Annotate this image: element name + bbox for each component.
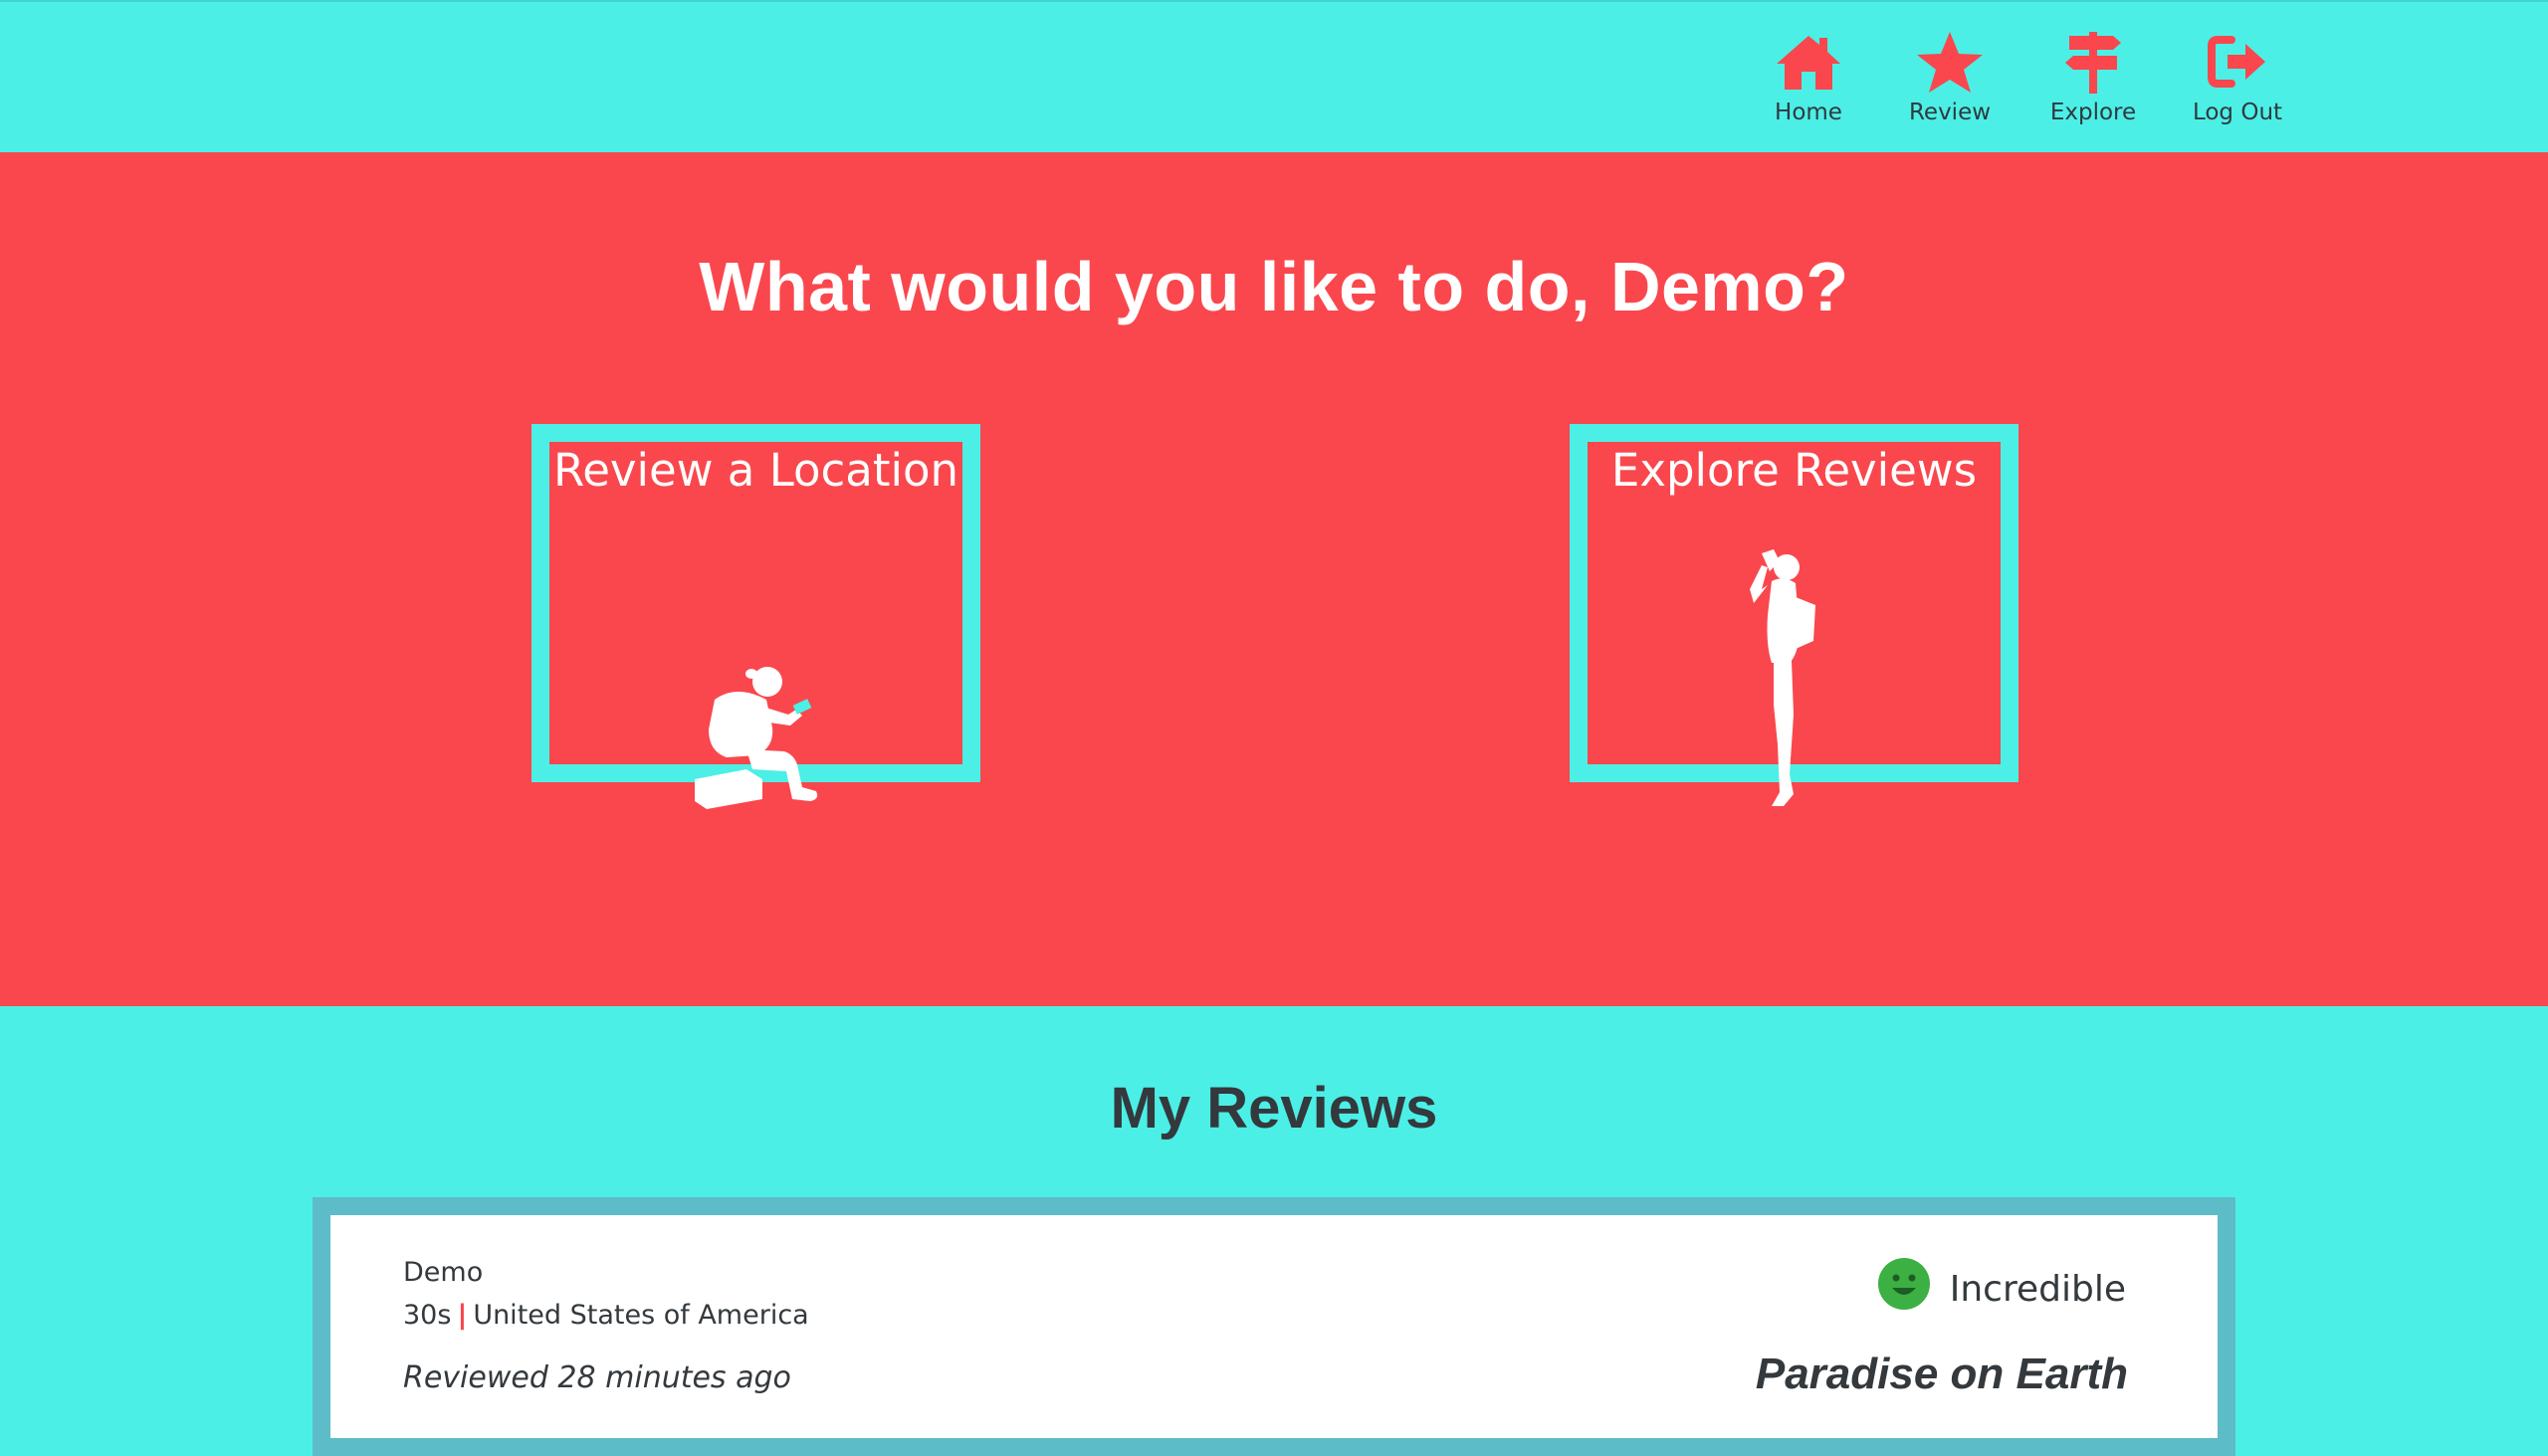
page-title: What would you like to do, Demo? — [699, 248, 1849, 325]
meta-separator: | — [457, 1300, 468, 1331]
review-rating: Incredible — [1877, 1257, 2126, 1310]
smiley-face-icon — [1877, 1257, 1930, 1310]
nav-review-label: Review — [1908, 100, 1992, 125]
nav-logout[interactable]: Log Out — [2183, 30, 2292, 125]
review-meta: 30s | United States of America — [403, 1300, 809, 1331]
sitting-traveler-illustration — [695, 667, 818, 809]
logout-icon — [2208, 36, 2265, 88]
nav-home-label: Home — [1775, 100, 1842, 125]
signpost-icon — [2065, 32, 2121, 94]
nav-explore[interactable]: Explore — [2038, 30, 2148, 125]
review-country: United States of America — [473, 1300, 809, 1331]
review-author: Demo — [403, 1257, 484, 1288]
hero-section: What would you like to do, Demo? Review … — [0, 152, 2548, 1006]
review-age: 30s — [403, 1300, 452, 1331]
nav-logout-label: Log Out — [2192, 100, 2283, 125]
nav-home[interactable]: Home — [1754, 30, 1863, 125]
explore-reviews-label: Explore Reviews — [1610, 444, 1978, 497]
review-location-label: Review a Location — [552, 444, 959, 497]
nav-review[interactable]: Review — [1895, 30, 2005, 125]
review-time: Reviewed 28 minutes ago — [403, 1360, 791, 1395]
review-headline: Paradise on Earth — [1755, 1350, 2128, 1398]
top-navigation: Home Review Explore Log Out — [0, 0, 2548, 152]
review-rating-label: Incredible — [1949, 1269, 2126, 1310]
my-reviews-title: My Reviews — [1110, 1076, 1438, 1141]
nav-explore-label: Explore — [2049, 100, 2137, 125]
star-icon — [1917, 32, 1983, 93]
standing-photographer-illustration — [1750, 549, 1815, 806]
home-icon — [1777, 36, 1840, 90]
